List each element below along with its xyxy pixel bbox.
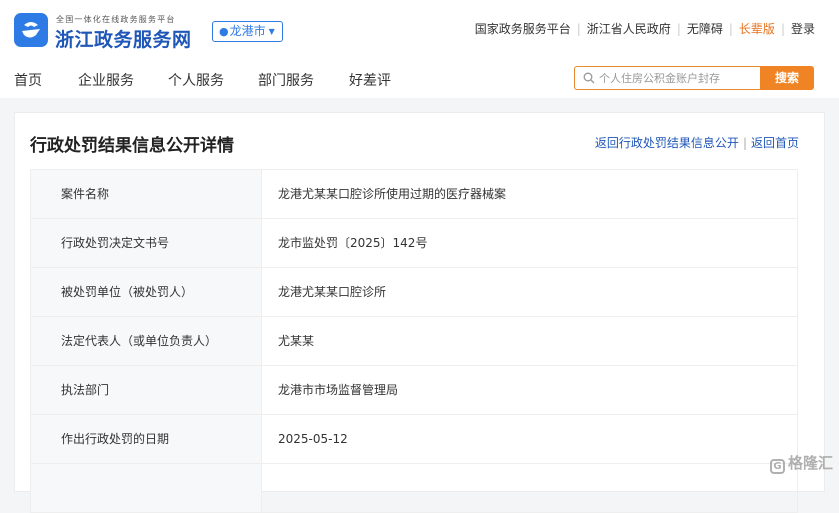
nav-item-department[interactable]: 部门服务 [258,70,314,90]
brand-title[interactable]: 浙江政务服务网 [55,25,192,52]
city-selector[interactable]: ●龙港市 ▼ [212,21,283,42]
table-row: 执法部门 龙港市市场监督管理局 [31,366,797,415]
back-to-list-link[interactable]: 返回行政处罚结果信息公开 [595,136,739,150]
search-button[interactable]: 搜索 [760,66,814,90]
field-label: 法定代表人（或单位负责人） [31,317,262,365]
divider: | [780,22,785,36]
field-label: 作出行政处罚的日期 [31,415,262,463]
field-value: 龙市监处罚〔2025〕142号 [278,236,428,250]
field-label: 被处罚单位（被处罚人） [31,268,262,316]
search-input[interactable] [599,70,755,86]
top-links: 国家政务服务平台 | 浙江省人民政府 | 无障碍 | 长辈版 | 登录 [475,21,815,37]
field-value: 2025-05-12 [278,432,348,446]
table-row: 被处罚单位（被处罚人） 龙港尤某某口腔诊所 [31,268,797,317]
field-value: 尤某某 [278,334,315,348]
table-row: 案件名称 龙港尤某某口腔诊所使用过期的医疗器械案 [31,170,797,219]
divider: | [576,22,581,36]
nav-item-home[interactable]: 首页 [14,70,42,90]
divider: | [742,136,747,150]
city-label: 龙港市 [229,24,266,38]
table-row: 作出行政处罚的日期 2025-05-12 [31,415,797,464]
table-row: 法定代表人（或单位负责人） 尤某某 [31,317,797,366]
field-value: 龙港市市场监督管理局 [278,383,399,397]
table-row: 行政处罚决定文书号 龙市监处罚〔2025〕142号 [31,219,797,268]
provincial-government-link[interactable]: 浙江省人民政府 [587,22,671,36]
field-label [31,464,262,512]
search-box [574,66,760,90]
field-label: 执法部门 [31,366,262,414]
return-links: 返回行政处罚结果信息公开 | 返回首页 [595,134,799,151]
divider: | [676,22,681,36]
back-home-link[interactable]: 返回首页 [751,136,799,150]
zhejiang-logo-icon[interactable] [14,13,48,47]
field-label: 行政处罚决定文书号 [31,219,262,267]
national-platform-link[interactable]: 国家政务服务平台 [475,22,571,36]
field-value: 龙港尤某某口腔诊所使用过期的医疗器械案 [278,187,507,201]
field-label: 案件名称 [31,170,262,218]
search-icon [583,72,595,84]
nav-item-enterprise[interactable]: 企业服务 [78,70,134,90]
top-header: 全国一体化在线政务服务平台 浙江政务服务网 ●龙港市 ▼ 国家政务服务平台 | 浙江省… [0,0,839,60]
brand-subtitle: 全国一体化在线政务服务平台 [56,15,176,24]
location-pin-icon: ● [219,25,229,38]
watermark-logo-icon: G [769,459,785,474]
field-value: 龙港尤某某口腔诊所 [278,285,387,299]
nav-item-personal[interactable]: 个人服务 [168,70,224,90]
table-row [31,464,797,513]
watermark: G 格隆汇 [769,452,833,474]
elder-mode-link[interactable]: 长辈版 [739,22,775,36]
detail-table: 案件名称 龙港尤某某口腔诊所使用过期的医疗器械案 行政处罚决定文书号 龙市监处罚… [30,169,798,513]
login-link[interactable]: 登录 [791,22,815,36]
divider: | [728,22,733,36]
watermark-text: 格隆汇 [787,454,833,472]
field-value [262,464,797,512]
accessibility-link[interactable]: 无障碍 [687,22,723,36]
page-title: 行政处罚结果信息公开详情 [30,136,234,156]
nav-item-review[interactable]: 好差评 [349,70,391,90]
chevron-down-icon: ▼ [268,27,275,36]
